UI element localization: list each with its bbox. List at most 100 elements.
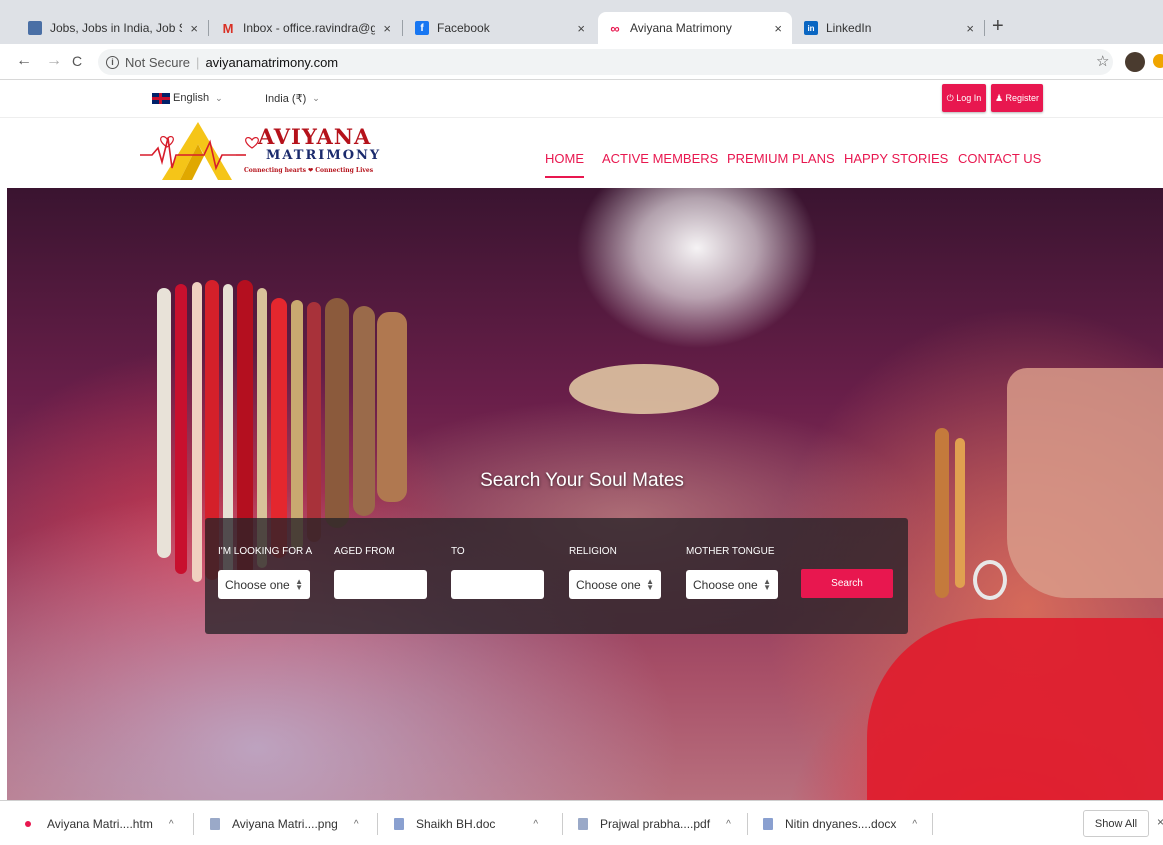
language-selector[interactable]: English ⌄ [152,92,223,104]
download-shelf: Aviyana Matri....htm ^ Aviyana Matri....… [0,800,1163,845]
nav-home[interactable]: HOME [545,151,584,178]
chevron-up-icon[interactable]: ^ [533,819,538,830]
profile-avatar[interactable] [1125,52,1145,72]
doc-file-icon [763,818,773,830]
security-status: Not Secure [125,54,191,70]
download-filename: Aviyana Matri....htm [47,817,153,831]
looking-for-value: Choose one [225,577,290,592]
download-item[interactable]: Aviyana Matri....htm ^ [25,809,174,839]
info-icon[interactable]: i [106,55,119,69]
download-filename: Prajwal prabha....pdf [600,817,711,831]
mother-tongue-select[interactable]: Choose one ▲ ▼ [686,570,778,599]
looking-for-select[interactable]: Choose one ▲ ▼ [218,570,310,599]
url-separator: | [196,54,200,70]
jobs-favicon-icon [28,21,42,35]
logo-sub: MATRIMONY [266,148,382,163]
tab-title: Jobs, Jobs in India, Job Search [50,21,182,35]
chevron-up-icon[interactable]: ^ [726,819,731,830]
close-tab-icon[interactable]: × [966,21,974,36]
address-bar: ← → C i Not Secure | aviyanamatrimony.co… [0,44,1163,80]
close-tab-icon[interactable]: × [774,21,782,36]
doc-file-icon [394,818,404,830]
forward-icon[interactable]: → [46,52,62,70]
looking-for-field: I'M LOOKING FOR A Choose one ▲ ▼ [218,546,312,599]
religion-field: RELIGION Choose one ▲ ▼ [569,546,661,599]
download-separator [562,813,563,835]
logo-tagline: Connecting hearts ❤ Connecting Lives [244,167,374,174]
search-panel: I'M LOOKING FOR A Choose one ▲ ▼ AGED FRO… [205,518,908,634]
aviyana-logo[interactable]: AVIYANA MATRIMONY Connecting hearts ❤ Co… [140,118,385,184]
extension-icon[interactable] [1153,54,1163,68]
html-file-icon [25,821,31,827]
hero-title-text: Search Your Soul Mates [480,470,684,491]
download-filename: Aviyana Matri....png [232,817,338,831]
tab-gmail[interactable]: M Inbox - office.ravindra@gmail.c × [211,12,401,44]
mother-tongue-value: Choose one [693,577,758,592]
show-all-button[interactable]: Show All [1083,810,1149,837]
mother-tongue-field: MOTHER TONGUE Choose one ▲ ▼ [686,546,778,599]
bookmark-star-icon[interactable]: ☆ [1096,52,1109,70]
currency-value: India (₹) [265,93,307,105]
religion-select[interactable]: Choose one ▲ ▼ [569,570,661,599]
aged-from-label: AGED FROM [334,546,395,557]
image-file-icon [210,818,220,830]
download-filename: Shaikh BH.doc [416,817,496,831]
download-separator [932,813,933,835]
tab-title: Inbox - office.ravindra@gmail.c [243,21,376,35]
chevron-up-icon[interactable]: ^ [912,819,917,830]
site-navbar: AVIYANA MATRIMONY Connecting hearts ❤ Co… [0,118,1163,188]
nav-active-members[interactable]: ACTIVE MEMBERS [602,151,718,166]
chevron-down-icon: ⌄ [312,93,320,103]
register-button[interactable]: ♟ Register [991,84,1043,112]
url-field[interactable]: i Not Secure | aviyanamatrimony.com [98,49,1113,75]
tab-facebook[interactable]: f Facebook × [405,12,595,44]
back-icon[interactable]: ← [16,52,32,70]
close-shelf-icon[interactable]: × [1157,815,1163,829]
linkedin-icon: in [804,21,818,35]
download-item[interactable]: Aviyana Matri....png ^ [210,809,359,839]
updown-arrows-icon: ▲ ▼ [295,576,303,592]
nav-premium-plans[interactable]: PREMIUM PLANS [727,151,835,166]
age-to-label: TO [451,546,465,557]
religion-label: RELIGION [569,546,617,557]
nav-happy-stories[interactable]: HAPPY STORIES [844,151,948,166]
religion-value: Choose one [576,577,641,592]
tab-linkedin[interactable]: in LinkedIn × [794,12,984,44]
new-tab-button[interactable]: + [992,16,1004,36]
close-tab-icon[interactable]: × [383,21,391,36]
nav-contact-us[interactable]: CONTACT US [958,151,1041,166]
tab-separator [402,20,403,36]
tab-jobs[interactable]: Jobs, Jobs in India, Job Search × [18,12,208,44]
download-filename: Nitin dnyanes....docx [785,817,897,831]
reload-icon[interactable]: C [72,52,82,70]
aged-from-field: AGED FROM [334,546,427,599]
mother-tongue-label: MOTHER TONGUE [686,546,775,557]
updown-arrows-icon: ▲ ▼ [646,576,654,592]
age-to-input[interactable] [451,570,544,599]
search-button[interactable]: Search [801,569,893,598]
browser-tab-bar: Jobs, Jobs in India, Job Search × M Inbo… [0,0,1163,44]
hero-banner: Search Your Soul Mates I'M LOOKING FOR A… [7,188,1163,800]
uk-flag-icon [152,92,170,104]
language-value: English [173,92,210,104]
url-text: aviyanamatrimony.com [205,54,339,70]
tab-separator [984,20,985,36]
login-button[interactable]: ⏻ Log In [942,84,986,112]
download-item[interactable]: Prajwal prabha....pdf ^ [578,809,731,839]
currency-selector[interactable]: India (₹) ⌄ [265,92,320,105]
aviyana-favicon-icon: ∞ [610,20,620,36]
download-separator [193,813,194,835]
updown-arrows-icon: ▲ ▼ [763,576,771,592]
tab-aviyana[interactable]: ∞ Aviyana Matrimony × [598,12,792,44]
close-tab-icon[interactable]: × [190,21,198,36]
download-item[interactable]: Nitin dnyanes....docx ^ [763,809,917,839]
gmail-icon: M [222,20,234,36]
pdf-file-icon [578,818,588,830]
download-item[interactable]: Shaikh BH.doc ^ [394,809,538,839]
chevron-up-icon[interactable]: ^ [354,819,359,830]
tab-separator [208,20,209,36]
site-top-strip: English ⌄ India (₹) ⌄ ⏻ Log In ♟ Registe… [0,80,1163,118]
close-tab-icon[interactable]: × [577,21,585,36]
chevron-up-icon[interactable]: ^ [169,819,174,830]
aged-from-input[interactable] [334,570,427,599]
